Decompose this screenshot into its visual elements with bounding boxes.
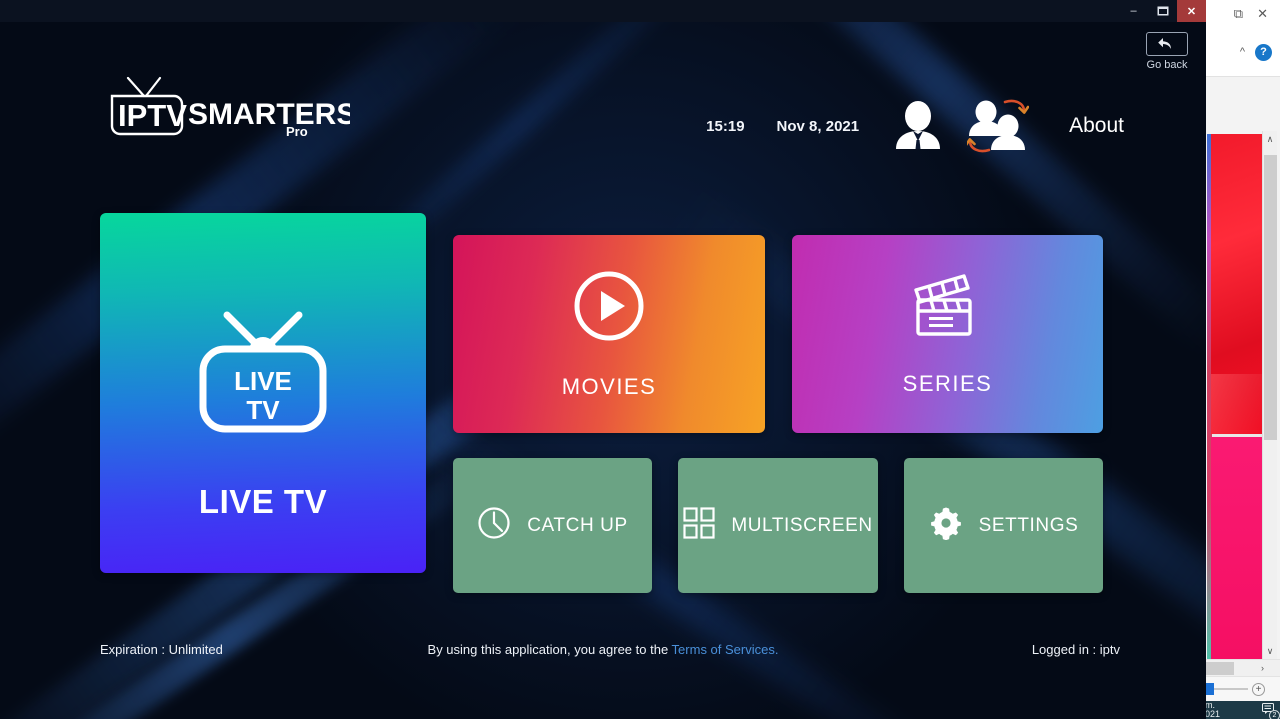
iptv-smarters-app-window: – ✕ Go back IPTV SMARTERS Pro 15:19 Nov … [0,0,1206,719]
background-window-ribbon: ^ ? [1196,28,1280,76]
screen-root: ⧉ ✕ ^ ? ∧ ∨ › + . m. 2021 2 – ✕ Go back … [0,0,1280,719]
tile-settings-label: SETTINGS [978,514,1079,536]
grid-four-squares-icon [683,507,715,544]
background-window-titlebar: ⧉ ✕ [1196,0,1280,28]
tile-multiscreen-label: MULTISCREEN [731,514,873,536]
zoom-in-button[interactable]: + [1252,682,1265,696]
close-button[interactable]: ✕ [1177,0,1206,22]
minimize-button[interactable]: – [1119,0,1148,22]
footer: Expiration : Unlimited By using this app… [0,639,1206,659]
switch-user-icon[interactable] [967,98,1030,154]
background-photo-pink [1211,437,1267,659]
background-photo-red [1211,134,1267,434]
scroll-down-icon[interactable]: ∨ [1267,643,1274,659]
scrollbar-thumb[interactable] [1264,155,1277,440]
play-circle-icon [572,269,646,348]
terms-prefix: By using this application, you agree to … [427,641,672,657]
go-back-button[interactable]: Go back [1136,32,1198,71]
user-profile-icon[interactable] [891,99,945,153]
tile-grid: LIVE TV LIVE TV MOVIES SERIES CATCH UP M… [100,213,1103,593]
terms-of-services-link[interactable]: Terms of Services. [672,642,779,657]
scroll-right-icon[interactable]: › [1261,660,1264,677]
notification-icon[interactable]: 2 [1262,702,1280,719]
scroll-up-icon[interactable]: ∧ [1267,131,1274,147]
header-right: 15:19 Nov 8, 2021 About [706,94,1124,158]
back-arrow-icon [1146,32,1188,56]
zoom-slider-knob[interactable] [1206,683,1214,695]
svg-text:SMARTERS: SMARTERS [188,98,350,131]
restore-button[interactable] [1148,0,1177,22]
tile-series[interactable]: SERIES [792,235,1103,433]
background-horizontal-scrollbar[interactable]: › [1196,659,1280,676]
svg-text:Pro: Pro [286,124,308,136]
clock-icon [477,506,511,545]
chevron-up-icon[interactable]: ^ [1240,46,1245,58]
svg-text:TV: TV [246,395,280,425]
expiration-status: Expiration : Unlimited [100,641,223,657]
go-back-label: Go back [1146,59,1188,71]
terms-notice: By using this application, you agree to … [428,642,779,657]
clapperboard-icon [910,272,986,343]
app-stage: Go back IPTV SMARTERS Pro IPTV SMARTERS … [0,22,1206,719]
tile-movies-label: MOVIES [561,373,657,399]
tile-movies[interactable]: MOVIES [453,235,765,433]
app-logo: IPTV SMARTERS Pro IPTV SMARTERS Pro [100,74,356,139]
tile-live-tv[interactable]: LIVE TV LIVE TV [100,213,426,573]
clock-date: Nov 8, 2021 [776,117,860,135]
background-statusbar: + [1196,676,1280,701]
tile-live-tv-label: LIVE TV [198,483,328,520]
restore-window-icon[interactable]: ⧉ [1234,6,1243,22]
notification-badge: 2 [1269,709,1280,719]
app-titlebar: – ✕ [0,0,1206,22]
tile-catch-up[interactable]: CATCH UP [453,458,652,593]
zoom-slider[interactable] [1202,683,1248,695]
tile-catch-up-label: CATCH UP [527,514,628,536]
background-vertical-scrollbar[interactable]: ∧ ∨ [1262,131,1277,659]
about-button[interactable]: About [1069,114,1124,138]
tile-multiscreen[interactable]: MULTISCREEN [678,458,878,593]
svg-text:IPTV: IPTV [118,98,187,133]
tile-series-label: SERIES [902,370,993,396]
logged-in-status: Logged in : iptv [1031,641,1120,657]
tile-settings[interactable]: SETTINGS [904,458,1103,593]
help-question-icon[interactable]: ? [1255,43,1272,61]
tv-antenna-icon: LIVE TV [199,309,327,439]
background-taskbar: . m. 2021 2 [1196,701,1280,719]
svg-text:LIVE: LIVE [234,366,292,396]
close-window-icon[interactable]: ✕ [1257,6,1268,22]
clock-time: 15:19 [706,117,745,135]
gear-icon [929,506,963,545]
